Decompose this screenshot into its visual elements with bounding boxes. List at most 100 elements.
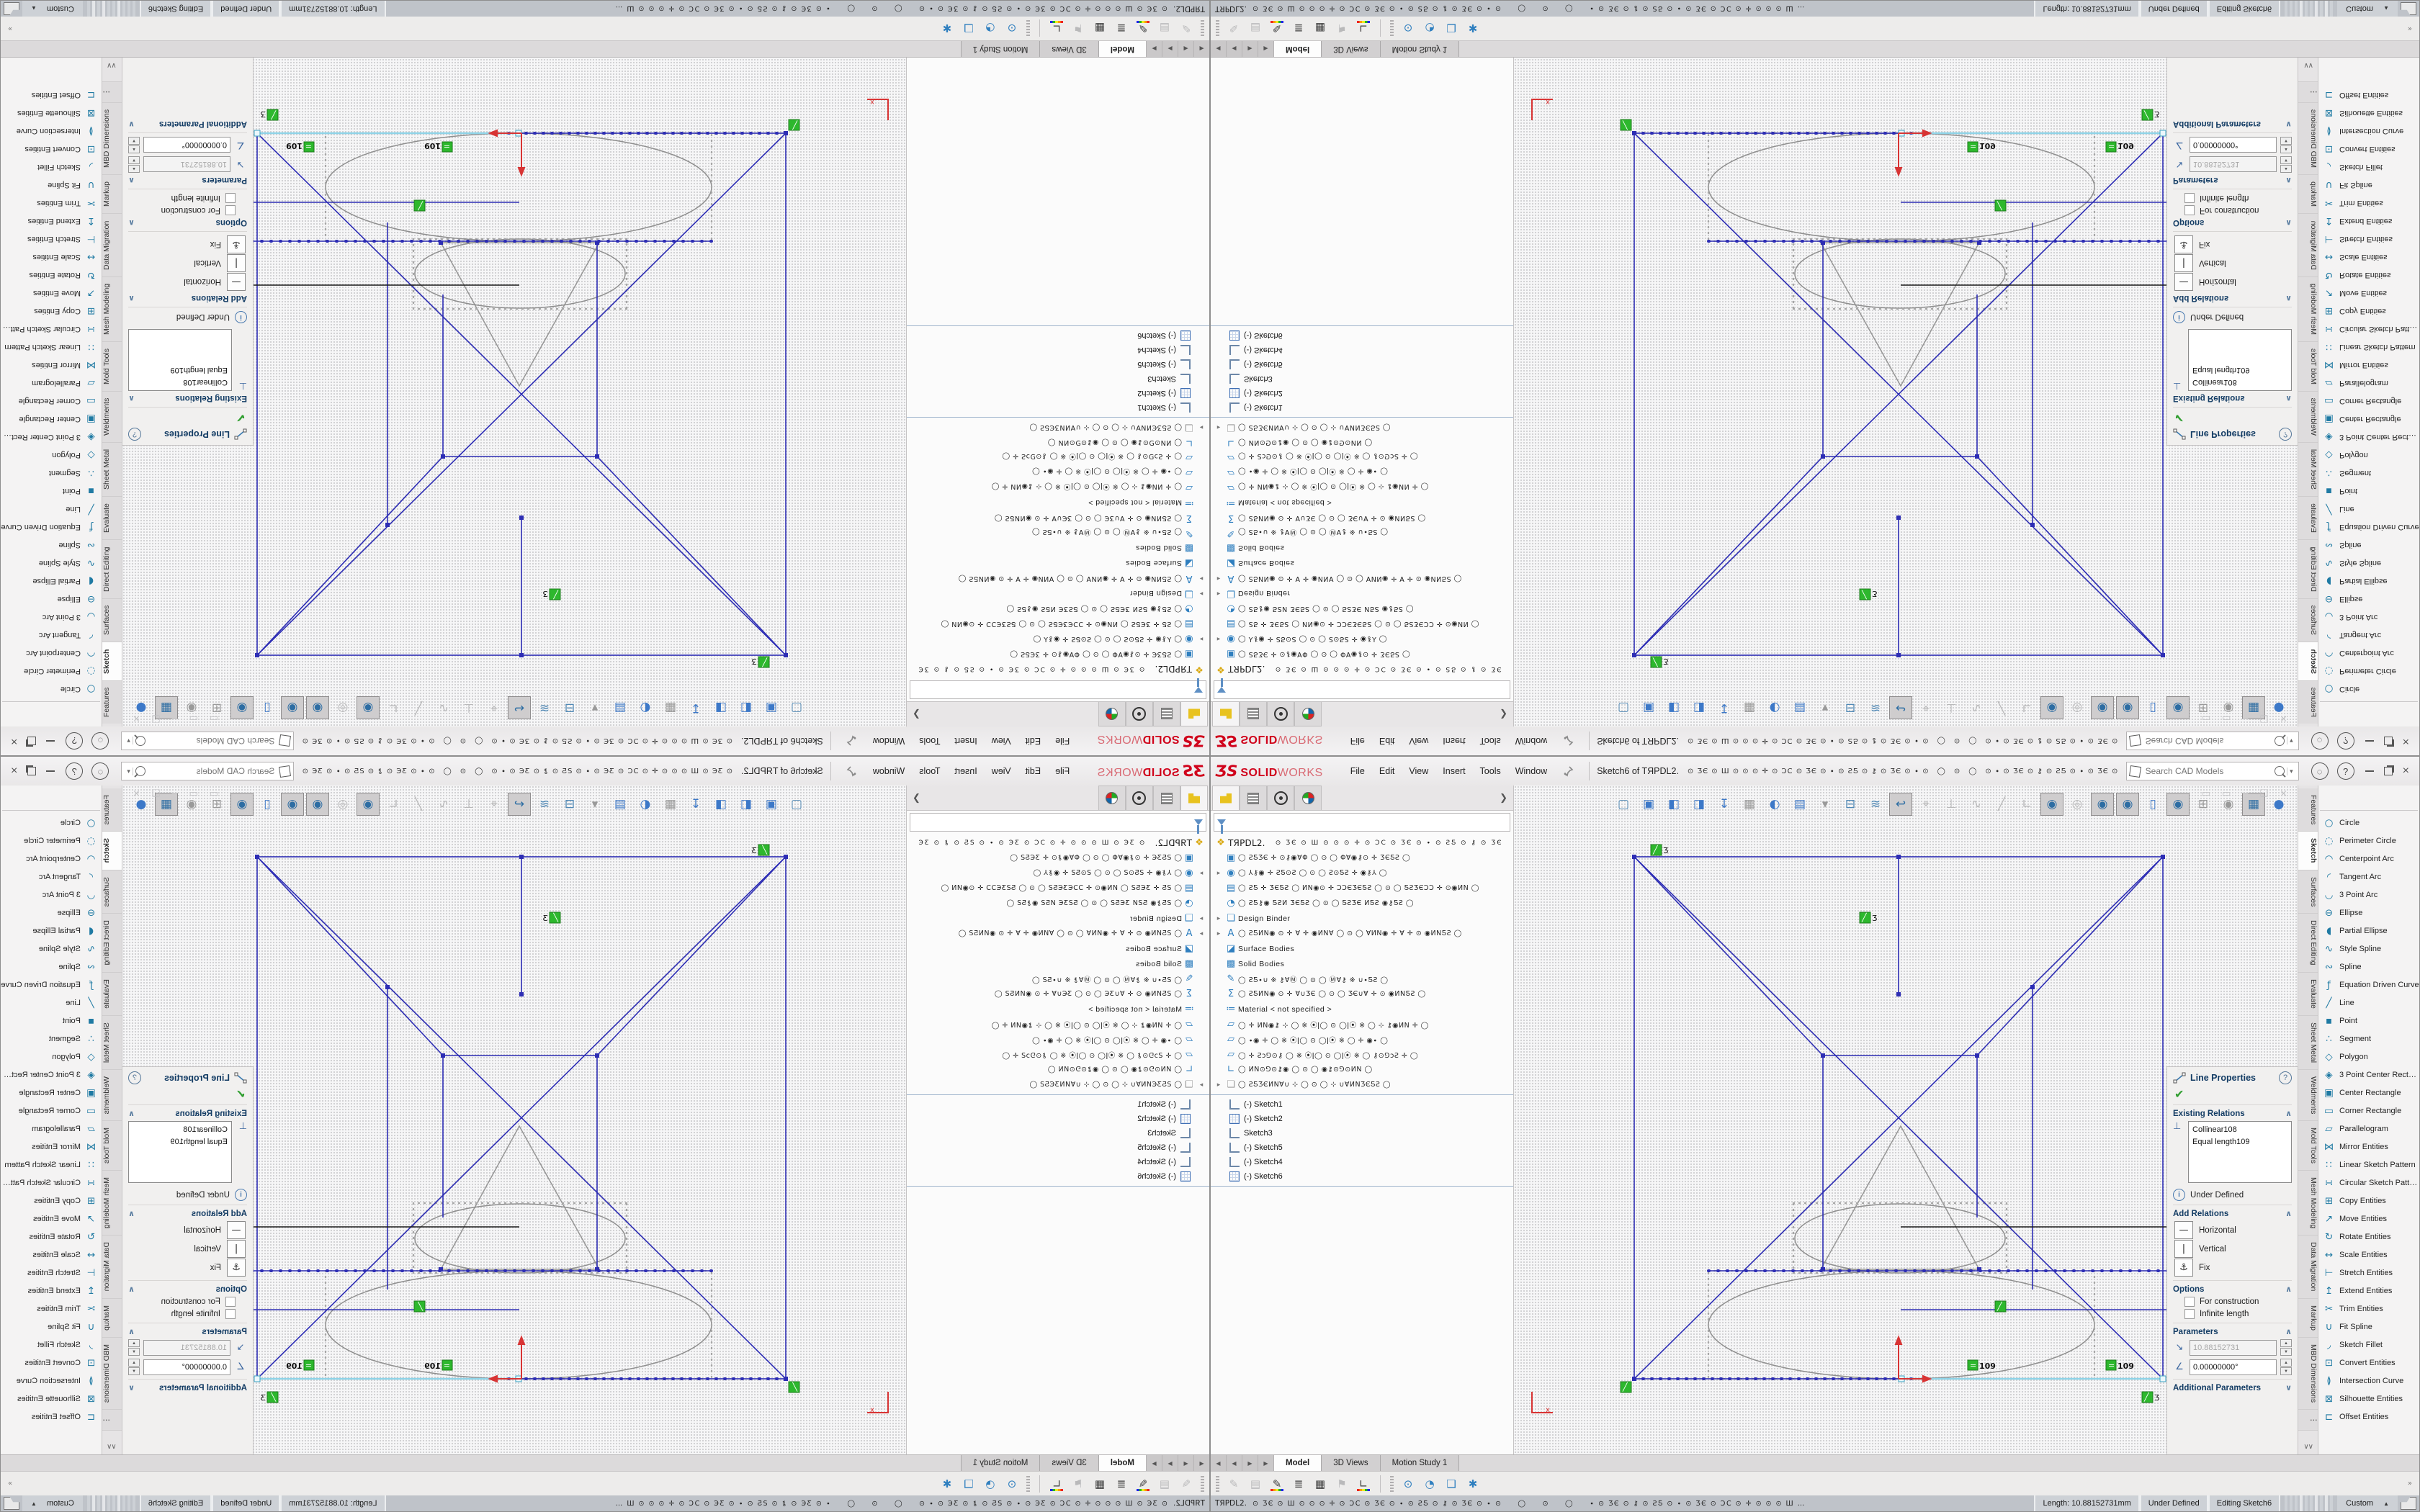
tool-item[interactable]: ≬ Intersection Curve <box>1 1372 102 1390</box>
bottom-toolbar-icon[interactable]: ∟ <box>1354 20 1373 37</box>
relations-listbox[interactable]: Collinear108 Equal length109 <box>128 329 232 391</box>
length-field[interactable]: 10.88152731 <box>143 157 230 173</box>
heads-up-icon[interactable]: ⊥ <box>457 696 480 719</box>
bottom-toolbar-icon[interactable]: ◔ <box>1420 1475 1439 1493</box>
heads-up-icon[interactable]: ▣ <box>760 696 783 719</box>
heads-up-icon[interactable]: ⊟ <box>1839 793 1862 816</box>
help-icon[interactable]: ? <box>66 732 83 750</box>
heads-up-icon[interactable]: ▦ <box>659 696 682 719</box>
tree-item[interactable]: ≔ Material < not specified > <box>907 1002 1209 1017</box>
sketch-tree-item[interactable]: (-) Sketch6 <box>907 328 1209 343</box>
heads-up-icon[interactable]: ▤ <box>609 696 632 719</box>
bottom-toolbar-icon[interactable]: ◔ <box>1420 20 1439 37</box>
tree-root-item[interactable]: ❖ TЯPDL2. ⊙ ƷЄ ⊙ Ш ⊙ ⊙ ⊙ ✛ ⊙ ƆC ⊙ ƷЄ ⊙ ∙… <box>1211 835 1513 850</box>
heads-up-icon[interactable]: ↧ <box>1713 793 1736 816</box>
heads-up-icon[interactable]: ▯ <box>256 793 279 816</box>
heads-up-icon[interactable]: ▦ <box>1738 696 1761 719</box>
tool-item[interactable]: ↻ Rotate Entities <box>2318 1228 2419 1246</box>
tree-item[interactable]: ◪ Surface Bodies <box>1211 556 1513 571</box>
lower-bounding-box[interactable] <box>1708 1271 2094 1379</box>
tab-scroll-button[interactable]: ▶ <box>1162 41 1178 57</box>
toolbar-overflow-chevron-icon[interactable]: » <box>2408 24 2412 32</box>
bottom-toolbar-icon[interactable]: ❏ <box>1442 20 1461 37</box>
section-add-relations[interactable]: Add Relations∧ <box>2173 1209 2292 1218</box>
status-custom-dropdown[interactable]: Custom ▲ <box>2337 1 2398 17</box>
command-tab[interactable]: Features <box>2298 680 2318 724</box>
tag-icon[interactable] <box>2401 1497 2416 1510</box>
tree-item[interactable]: ▩ Solid Bodies <box>1211 541 1513 556</box>
tool-item[interactable]: ╱ Line <box>2318 994 2419 1012</box>
relations-listbox[interactable]: Collinear108 Equal length109 <box>128 1121 232 1183</box>
tree-item[interactable]: Σ ◯ ƧƼИΝ◉ ⊙ ✛ Ɐ∪ƷЄ ◯ ⊙ ◯ ƷЄ∪Ɐ ✛ ⊙ ◉ИΝƼƧ … <box>907 986 1209 1002</box>
add-relation-row[interactable]: | Vertical <box>2174 254 2292 272</box>
section-additional-parameters[interactable]: Additional Parameters∨ <box>128 120 247 129</box>
length-spinner[interactable]: ▲▼ <box>2280 156 2292 173</box>
tag-icon[interactable] <box>4 2 19 15</box>
user-account-icon[interactable]: ◌ <box>91 762 109 780</box>
tool-item[interactable]: ◞ Sketch Fillet <box>2318 158 2419 176</box>
heads-up-icon[interactable]: ∿ <box>1965 793 1988 816</box>
search-box[interactable]: ▾ <box>121 732 294 750</box>
command-tab[interactable]: Sketch <box>102 642 122 680</box>
document-tab[interactable]: 3D Views <box>1322 1455 1380 1471</box>
search-input[interactable] <box>2144 735 2272 747</box>
tool-item[interactable]: ⊞ Copy Entities <box>2318 1192 2419 1210</box>
tree-item[interactable]: ✎ ◯ ƧƼ∙∪ ※ ⚷ⱯⓂ ◯ ⊙ ◯ ⓂⱯ⚷ ※ ∪∙ƼƧ ◯ <box>1211 526 1513 541</box>
tab-scroll-button[interactable]: ◀ <box>1178 1455 1193 1471</box>
tab-propertymanager[interactable] <box>1153 702 1180 726</box>
tool-item[interactable]: ◜ Tangent Arc <box>2318 868 2419 886</box>
tool-item[interactable]: ↔ Scale Entities <box>1 248 102 266</box>
add-relation-row[interactable]: | Vertical <box>128 254 246 272</box>
tool-item[interactable]: ↻ Rotate Entities <box>1 266 102 284</box>
expand-arrow-icon[interactable]: ▸ <box>1214 423 1224 431</box>
checkbox[interactable] <box>225 1297 236 1307</box>
bottom-toolbar-icon[interactable]: ∟ <box>1354 1475 1373 1493</box>
heads-up-icon[interactable]: ≋ <box>533 793 556 816</box>
tool-item[interactable]: ◡ 3 Point Arc <box>1 608 102 626</box>
upper-ellipse[interactable] <box>1795 239 2005 308</box>
heads-up-icon[interactable]: ◎ <box>331 793 354 816</box>
tab-configurationmanager[interactable] <box>1126 702 1153 726</box>
heads-up-icon[interactable]: ◉ <box>306 696 329 719</box>
tool-item[interactable]: ∪ Fit Spline <box>1 1318 102 1336</box>
tool-item[interactable]: ≬ Intersection Curve <box>2318 122 2419 140</box>
restore-button[interactable] <box>27 767 36 775</box>
tool-item[interactable]: ✂ Trim Entities <box>1 194 102 212</box>
tree-item[interactable]: ▤ ◯ ƧƼ ✛ ƷЄƼƧ ◯ ИΝ◉⊙ ✛ ƆƆЄƷЄƼƧ ◯ ⊙ ◯ ƼƧƷ… <box>907 616 1209 631</box>
graphics-area[interactable]: ╱Ʒ ╱Ʒ ╱Ʒ ╱ ╱ =109 =109 ▢▣◧◨↧▦◐▤▾⊟≋↩⌖⊥∿╱∟… <box>122 57 906 726</box>
graphics-area[interactable]: ╱Ʒ ╱Ʒ ╱Ʒ ╱ ╱ =109 =109 ▢▣◧◨↧▦◐▤▾⊟≋↩⌖⊥∿╱∟… <box>122 786 906 1455</box>
command-tab[interactable]: Surfaces <box>2298 870 2318 914</box>
sketch-tree-item[interactable]: (-) Sketch4 <box>1211 1155 1513 1169</box>
tool-item[interactable]: ◈ 3 Point Center Recta... <box>2318 1066 2419 1084</box>
bottom-toolbar-icon[interactable]: ⚑ <box>1069 20 1088 37</box>
user-account-icon[interactable]: ◌ <box>2311 732 2329 750</box>
heads-up-icon[interactable]: ∟ <box>2015 696 2038 719</box>
tree-item[interactable]: ▱ ◯ ∙◉ ✛ ◯ ※ ⦿ǀ◯ ⊙ ◯ǀ⦿ ※ ◯ ✛ ◉∙ ◯ <box>907 1032 1209 1047</box>
heads-up-icon[interactable]: ◨ <box>709 793 732 816</box>
tool-item[interactable]: ⊢ Stretch Entities <box>2318 230 2419 248</box>
tool-item[interactable]: ▣ Center Rectangle <box>2318 410 2419 428</box>
heads-up-icon[interactable]: ⊥ <box>1940 793 1963 816</box>
bottom-toolbar-icon[interactable]: ≣ <box>1112 20 1131 37</box>
toolbar-grip[interactable] <box>1216 21 1219 37</box>
construction-triangle[interactable] <box>441 243 599 386</box>
tool-item[interactable]: ▱ Parallelogram <box>1 374 102 392</box>
collapse-chevron-icon[interactable]: ∧ <box>128 218 135 228</box>
bottom-toolbar-icon[interactable]: ▤ <box>1246 1475 1265 1493</box>
tree-item[interactable]: ▸ ❏ ◯ ƧƼƷЄИΝⱯ∪ ⊹ ◯ ⊙ ◯ ⊹ ∪ⱯИΝƷЄƼƧ ◯ <box>1211 420 1513 435</box>
tool-item[interactable]: ◌ Perimeter Circle <box>1 662 102 680</box>
tool-item[interactable]: ⊏ Offset Entities <box>2318 1408 2419 1426</box>
sketch-tree-item[interactable]: (-) Sketch5 <box>1211 1140 1513 1155</box>
add-relation-row[interactable]: ⚓ Fix <box>128 235 246 253</box>
tool-item[interactable]: ◡ 3 Point Arc <box>1 886 102 904</box>
command-tab[interactable]: Weldments <box>2298 1070 2318 1121</box>
menu-item[interactable]: File <box>1048 763 1077 779</box>
tool-item[interactable]: ╱ Line <box>1 500 102 518</box>
search-dropdown-caret-icon[interactable]: ▾ <box>125 737 133 745</box>
tree-item[interactable]: ▩ Solid Bodies <box>907 956 1209 971</box>
add-relation-row[interactable]: ⚓ Fix <box>128 1259 246 1277</box>
search-box[interactable]: ▾ <box>2126 732 2299 750</box>
tool-item[interactable]: ∪ Fit Spline <box>1 176 102 194</box>
expand-arrow-icon[interactable]: ▸ <box>1196 590 1206 598</box>
relation-button-icon[interactable]: — <box>2174 1221 2193 1239</box>
